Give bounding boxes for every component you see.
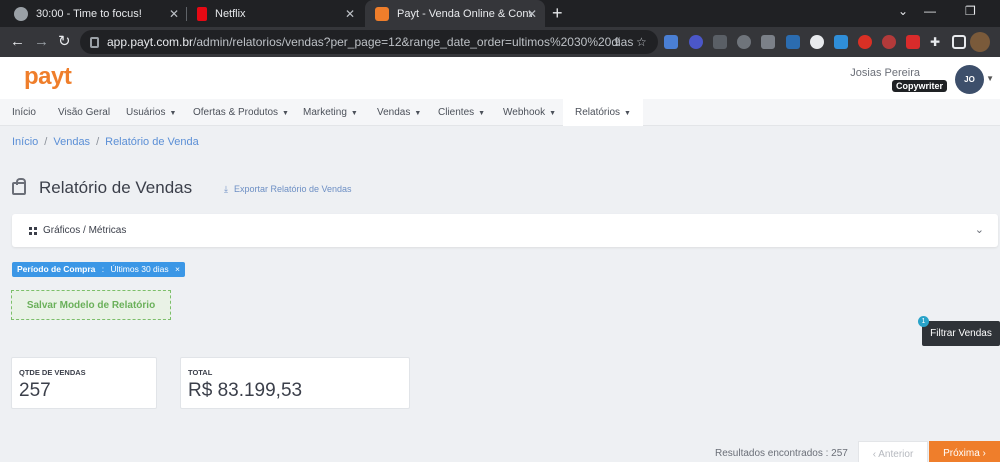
puzzle-icon[interactable]: ✚ [930, 35, 944, 49]
caret-down-icon: ▼ [624, 110, 631, 117]
extension-icon[interactable] [761, 35, 775, 49]
results-count: Resultados encontrados : 257 [715, 448, 848, 459]
extension-icon[interactable] [882, 35, 896, 49]
filter-name: Período de Compra [17, 264, 96, 274]
close-icon[interactable]: ✕ [345, 7, 355, 21]
breadcrumb-item-vendas[interactable]: Vendas [53, 136, 90, 148]
sidebar-icon[interactable] [952, 35, 966, 49]
stat-value: R$ 83.199,53 [188, 380, 303, 401]
tab-search-icon[interactable]: ⌄ [898, 4, 908, 18]
tab-title: Payt - Venda Online & Conversão [397, 7, 532, 20]
breadcrumb-item-relatorio[interactable]: Relatório de Venda [105, 136, 199, 148]
nav-item-webhook[interactable]: Webhook ▼ [503, 99, 556, 126]
minimize-icon[interactable]: — [924, 4, 936, 18]
address-bar[interactable]: app.payt.com.br/admin/relatorios/vendas?… [80, 30, 658, 54]
stat-label: QTDE DE VENDAS [19, 368, 86, 377]
page-title: Relatório de Vendas [39, 178, 193, 197]
browser-profile-avatar[interactable] [970, 32, 990, 52]
caret-down-icon: ▼ [414, 110, 422, 117]
nav-item-usuarios[interactable]: Usuários ▼ [126, 99, 176, 126]
charts-metrics-panel[interactable]: Gráficos / Métricas ⌄ [12, 214, 998, 247]
stat-card-sales-count: QTDE DE VENDAS 257 [11, 357, 157, 409]
check-circle-icon [14, 6, 28, 21]
browser-tab-netflix[interactable]: Netflix ✕ [187, 0, 363, 27]
browser-tab-payt[interactable]: Payt - Venda Online & Conversão ✕ [365, 0, 545, 27]
remove-filter-icon[interactable]: × [175, 264, 180, 274]
user-name: Josias Pereira [850, 67, 920, 79]
extension-icon[interactable] [786, 35, 800, 49]
shopping-bag-icon [12, 178, 26, 195]
extension-icon[interactable] [906, 35, 920, 49]
extension-icon[interactable] [834, 35, 848, 49]
stat-label: TOTAL [188, 368, 213, 377]
extension-icon[interactable] [737, 35, 751, 49]
lock-icon [90, 36, 99, 48]
export-report-link[interactable]: ⤓ Exportar Relatório de Vendas [224, 184, 352, 195]
star-icon[interactable]: ☆ [636, 35, 647, 49]
caret-down-icon: ▼ [478, 110, 486, 117]
close-icon[interactable]: ✕ [527, 7, 537, 21]
active-filter-tag: Período de Compra : Últimos 30 dias × [12, 262, 185, 277]
nav-item-clientes[interactable]: Clientes ▼ [438, 99, 485, 126]
filter-value: Últimos 30 dias [110, 264, 169, 274]
previous-page-button[interactable]: ‹ Anterior [858, 441, 928, 462]
filter-count-badge: 1 [918, 316, 929, 327]
nav-item-ofertas-produtos[interactable]: Ofertas & Produtos ▼ [193, 99, 289, 126]
chevron-right-icon: › [979, 448, 986, 459]
user-avatar[interactable]: JO [955, 65, 984, 94]
payt-favicon-icon [375, 6, 389, 21]
breadcrumb-item-inicio[interactable]: Início [12, 136, 38, 148]
back-arrow-icon[interactable]: ← [10, 33, 25, 51]
nav-item-marketing[interactable]: Marketing ▼ [303, 99, 358, 126]
nav-item-inicio[interactable]: Início [12, 99, 36, 126]
breadcrumb: Início / Vendas / Relatório de Venda [12, 136, 199, 148]
reload-icon[interactable]: ↻ [58, 33, 71, 51]
panel-title: Gráficos / Métricas [43, 225, 127, 236]
download-icon: ⤓ [224, 184, 228, 194]
forward-arrow-icon[interactable]: → [34, 33, 49, 51]
stat-value: 257 [19, 380, 51, 401]
next-page-button[interactable]: Próxima › [929, 441, 1000, 462]
netflix-icon [197, 6, 207, 21]
browser-tab-strip: 30:00 - Time to focus! ✕ Netflix ✕ Payt … [0, 0, 1000, 27]
save-report-model-button[interactable]: Salvar Modelo de Relatório [11, 290, 171, 320]
filter-sales-button[interactable]: Filtrar Vendas [922, 321, 1000, 346]
translate-extension-icon[interactable] [664, 35, 678, 49]
chevron-down-icon[interactable]: ⌄ [975, 223, 984, 236]
extension-icon[interactable] [689, 35, 703, 49]
caret-down-icon[interactable]: ▼ [986, 74, 994, 83]
close-icon[interactable]: ✕ [169, 7, 179, 21]
caret-down-icon: ▼ [549, 110, 557, 117]
new-tab-button[interactable]: + [552, 3, 563, 24]
nav-item-visao-geral[interactable]: Visão Geral [58, 99, 110, 126]
payt-logo[interactable]: payt [24, 63, 72, 91]
caret-down-icon: ▼ [169, 110, 177, 117]
stat-card-total: TOTAL R$ 83.199,53 [180, 357, 410, 409]
main-navigation: Início Visão Geral Usuários ▼ Ofertas & P… [0, 99, 1000, 126]
app-header: payt Josias Pereira Copywriter JO ▼ [0, 57, 1000, 99]
extension-icon[interactable] [713, 35, 727, 49]
url-text: app.payt.com.br/admin/relatorios/vendas?… [107, 35, 634, 49]
caret-down-icon: ▼ [282, 110, 289, 117]
caret-down-icon: ▼ [350, 110, 358, 117]
nav-item-relatorios[interactable]: Relatórios ▼ [563, 99, 643, 126]
nav-item-vendas[interactable]: Vendas ▼ [377, 99, 421, 126]
browser-tab-focus-timer[interactable]: 30:00 - Time to focus! ✕ [4, 0, 187, 27]
user-role-badge: Copywriter [891, 80, 947, 92]
restore-icon[interactable]: ❐ [965, 4, 976, 18]
extension-icon[interactable] [858, 35, 872, 49]
share-icon[interactable]: ⇪ [612, 35, 622, 49]
tab-title: Netflix [215, 7, 246, 20]
extension-icon[interactable] [810, 35, 824, 49]
grid-icon [29, 227, 37, 235]
browser-toolbar: ← → ↻ app.payt.com.br/admin/relatorios/v… [0, 27, 1000, 57]
tab-title: 30:00 - Time to focus! [36, 7, 142, 20]
